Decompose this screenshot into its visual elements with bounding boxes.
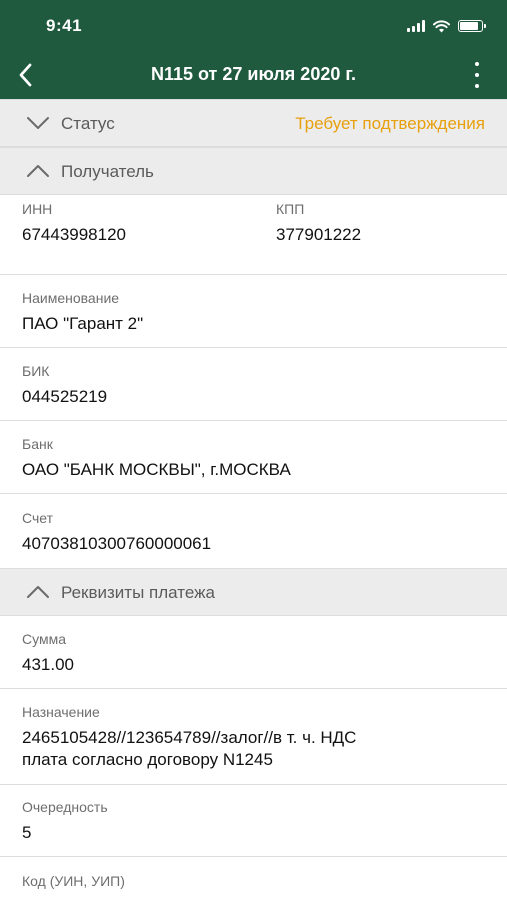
priority-field: Очередность 5: [22, 799, 108, 844]
kpp-field: КПП 377901222: [276, 201, 361, 246]
chevron-up-icon: [27, 586, 49, 598]
purpose-line: 2465105428//123654789//залог//в т. ч. НД…: [22, 728, 357, 747]
amount-field: Сумма 431.00: [22, 631, 74, 676]
field-value: ПАО "Гарант 2": [22, 314, 144, 333]
system-status-bar: 9:41: [0, 0, 507, 50]
field-caption: КПП: [276, 201, 305, 217]
field-caption: Назначение: [22, 704, 100, 720]
recipient-section-header[interactable]: Получатель: [0, 147, 507, 195]
app-header: 9:41 N115 от 27 июля 2020 г.: [0, 0, 507, 100]
field-caption: Код (УИН, УИП): [22, 873, 125, 889]
back-arrow-icon: [19, 63, 32, 87]
chevron-up-icon: [27, 165, 49, 177]
field-caption: Сумма: [22, 631, 66, 647]
status-badge: Требует подтверждения: [295, 114, 485, 133]
divider: [0, 856, 507, 857]
field-caption: БИК: [22, 363, 50, 379]
chevron-down-icon: [27, 117, 49, 129]
purpose-line: плата согласно договору N1245: [22, 750, 273, 769]
field-caption: Наименование: [22, 290, 120, 306]
payment-section-header[interactable]: Реквизиты платежа: [0, 568, 507, 616]
back-button[interactable]: [10, 60, 40, 90]
divider: [0, 347, 507, 348]
divider: [0, 688, 507, 689]
field-value: 431.00: [22, 655, 74, 674]
system-icons: [407, 17, 486, 35]
section-label: Реквизиты платежа: [61, 583, 215, 602]
field-caption: Очередность: [22, 799, 108, 815]
name-field: Наименование ПАО "Гарант 2": [22, 290, 143, 335]
divider: [0, 493, 507, 494]
field-value: 67443998120: [22, 225, 127, 244]
signal-icon: [407, 20, 425, 32]
account-field: Счет 40703810300760000061: [22, 510, 211, 555]
navigation-bar: N115 от 27 июля 2020 г.: [0, 50, 507, 100]
divider: [0, 420, 507, 421]
inn-field: ИНН 67443998120: [22, 201, 126, 246]
section-label: Статус: [61, 114, 115, 133]
battery-icon: [458, 20, 486, 32]
wifi-icon: [433, 19, 450, 32]
divider: [0, 274, 507, 275]
section-label: Получатель: [61, 162, 154, 181]
bik-field: БИК 044525219: [22, 363, 107, 408]
more-vertical-icon[interactable]: [471, 62, 483, 88]
field-value: 5: [22, 823, 32, 842]
purpose-field: Назначение 2465105428//123654789//залог/…: [22, 704, 356, 771]
bank-field: Банк ОАО "БАНК МОСКВЫ", г.МОСКВА: [22, 436, 291, 481]
field-value: ОАО "БАНК МОСКВЫ", г.МОСКВА: [22, 460, 291, 479]
clock: 9:41: [46, 16, 83, 35]
status-section-header[interactable]: Статус Требует подтверждения: [0, 99, 507, 147]
page-title: N115 от 27 июля 2020 г.: [150, 64, 357, 84]
code-field: Код (УИН, УИП): [22, 873, 125, 889]
divider: [0, 784, 507, 785]
field-value: 377901222: [276, 225, 362, 244]
field-value: 40703810300760000061: [22, 534, 212, 553]
field-value: 044525219: [22, 387, 108, 406]
field-value: 2465105428//123654789//залог//в т. ч. НД…: [22, 727, 356, 771]
field-caption: Счет: [22, 510, 53, 526]
field-caption: ИНН: [22, 201, 53, 217]
field-caption: Банк: [22, 436, 53, 452]
